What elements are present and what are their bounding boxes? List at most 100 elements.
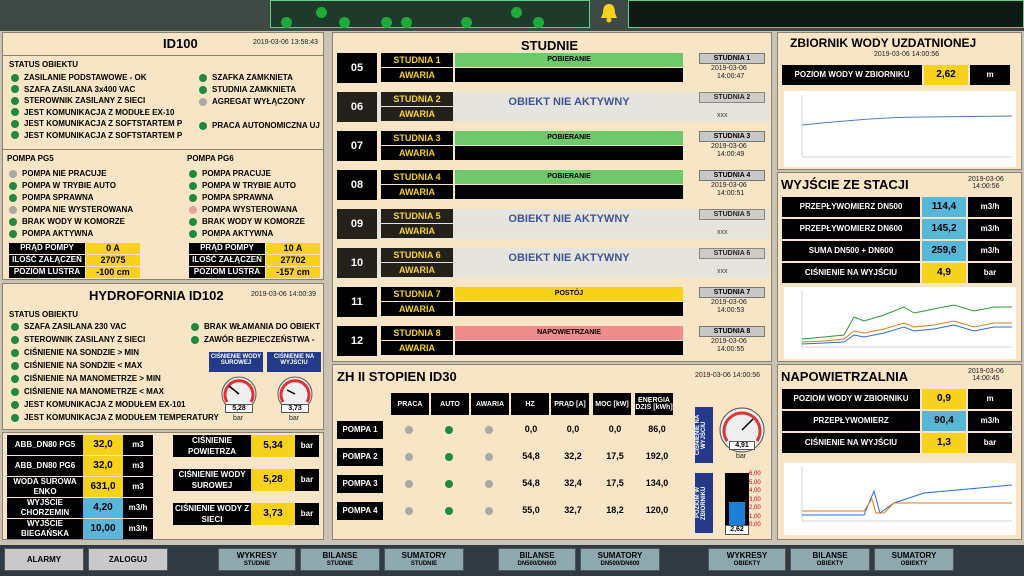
well-button[interactable]: STUDNIA 5 <box>699 209 765 220</box>
status-dot <box>485 480 493 488</box>
panel-title: WYJŚCIE ZE STACJI <box>781 177 909 192</box>
napow-panel: NAPOWIETRZALNIA 2019-03-06 14:00:45 POZIO… <box>777 364 1022 540</box>
status-dot <box>511 7 522 18</box>
status-dot <box>445 507 453 515</box>
well-button[interactable]: STUDNIA 7 <box>699 287 765 298</box>
column-header: ENERGIA DZIŚ [kWh] <box>635 393 673 415</box>
status-header: STATUS OBIEKTU <box>9 60 79 69</box>
meter-value: 259,6 <box>922 241 966 261</box>
status-dot <box>485 507 493 515</box>
nav-button[interactable]: ZALOGUJ <box>88 548 168 571</box>
nav-button[interactable]: BILANSE STUDNIE <box>300 548 380 571</box>
status-dot <box>401 17 412 28</box>
well-fault: AWARIA <box>381 302 453 316</box>
well-name: STUDNIA 8 <box>381 326 453 340</box>
status-item: BRAK WŁAMANIA DO OBIEKT <box>191 322 320 335</box>
pump-status: POMPA SPRAWNA <box>189 193 305 205</box>
meter-label: POZIOM LUSTRA <box>9 267 85 278</box>
panel-title: HYDROFORNIA ID102 <box>89 288 224 303</box>
well-row[interactable]: 12 STUDNIA 8 AWARIA NAPOWIETRZANIE STUDNIA 8… <box>337 326 769 356</box>
nav-subtitle: DN500/DN600 <box>600 560 640 567</box>
timestamp: 2019-03-06 14:00:56 <box>874 51 939 58</box>
status-dot <box>405 426 413 434</box>
well-number: 06 <box>337 92 377 122</box>
meter-value: 4,9 <box>922 263 966 283</box>
well-row[interactable]: 10 STUDNIA 6 AWARIA OBIEKT NIE AKTYWNY STUDN… <box>337 248 769 278</box>
nav-button[interactable]: BILANSE OBIEKTY <box>790 548 870 571</box>
well-button[interactable]: STUDNIA 8 <box>699 326 765 337</box>
pump-status: BRAK WODY W KOMORZE <box>189 217 305 229</box>
pump-label: POMPA 3 <box>337 475 383 493</box>
id102-panel: HYDROFORNIA ID102 2019-03-06 14:00:39 ST… <box>2 283 324 430</box>
gauge-label: CIŚNIENIE WODY SUROWEJ <box>209 352 263 372</box>
nav-title: SUMATORY <box>401 550 447 560</box>
nav-button-label: BILANSE OBIEKTY <box>812 551 847 569</box>
pump-pg6-list: POMPA PRACUJE POMPA W TRYBIE AUTO POMPA … <box>189 169 305 241</box>
nav-button[interactable]: BILANSE DN500/DN600 <box>498 548 576 571</box>
well-date: 2019-03-06 <box>711 143 747 150</box>
well-time: 14:00:51 <box>717 190 745 197</box>
well-button[interactable]: STUDNIA 3 <box>699 131 765 142</box>
meter-unit: bar <box>968 263 1012 283</box>
well-button[interactable]: STUDNIA 6 <box>699 248 765 259</box>
nav-button[interactable]: WYKRESY OBIEKTY <box>708 548 786 571</box>
nav-title: BILANSE <box>322 550 358 560</box>
well-state: POBIERANIE <box>455 131 683 145</box>
nav-button[interactable]: ALARMY <box>4 548 84 571</box>
meter-value: 1,3 <box>922 433 966 453</box>
nav-title: ALARMY <box>26 555 62 564</box>
well-state: POSTÓJ <box>455 287 683 301</box>
well-button[interactable]: STUDNIA 1 <box>699 53 765 64</box>
nav-title: BILANSE <box>519 550 555 560</box>
status-dot <box>316 7 327 18</box>
well-fault-bar <box>455 185 683 199</box>
status-dot <box>445 426 453 434</box>
gauge-unit: bar <box>289 415 300 422</box>
well-row[interactable]: 07 STUDNIA 3 AWARIA POBIERANIE STUDNIA 3 2019… <box>337 131 769 161</box>
well-number: 07 <box>337 131 377 161</box>
well-row[interactable]: 09 STUDNIA 5 AWARIA OBIEKT NIE AKTYWNY STUDN… <box>337 209 769 239</box>
well-row[interactable]: 08 STUDNIA 4 AWARIA POBIERANIE STUDNIA 4 2019… <box>337 170 769 200</box>
well-fault: AWARIA <box>381 68 453 82</box>
aeration-trend-chart <box>784 463 1016 535</box>
well-row[interactable]: 05 STUDNIA 1 AWARIA POBIERANIE STUDNIA 1 2019… <box>337 53 769 83</box>
status-dot <box>445 480 453 488</box>
meter-value: 2,62 <box>924 65 968 85</box>
pump-value: 18,2 <box>606 505 624 515</box>
bell-icon[interactable] <box>598 2 620 24</box>
meter-label: PRZEPŁYWOMIERZ DN500 <box>782 197 920 217</box>
pump-value: 134,0 <box>645 478 669 488</box>
status-item: STEROWNIK ZASILANY Z SIECI <box>11 96 182 108</box>
nav-button[interactable]: SUMATORY STUDNIE <box>384 548 464 571</box>
nav-button[interactable]: SUMATORY OBIEKTY <box>874 548 954 571</box>
pump-value: 120,0 <box>645 505 669 515</box>
nav-button[interactable]: SUMATORY DN500/DN600 <box>580 548 660 571</box>
well-number: 05 <box>337 53 377 83</box>
pump-value: 54,8 <box>522 451 540 461</box>
pump-title: POMPA PG5 <box>7 154 54 163</box>
status-dot <box>281 17 292 28</box>
status-item: CIŚNIENIE NA MANOMETRZE < MAX <box>11 387 219 400</box>
inactive-label: OBIEKT NIE AKTYWNY <box>508 252 630 264</box>
timestamp: 2019-03-06 14:00:56 <box>695 372 760 379</box>
well-button[interactable]: STUDNIA 2 <box>699 92 765 103</box>
well-fault-bar <box>455 68 683 82</box>
well-name: STUDNIA 4 <box>381 170 453 184</box>
well-name: STUDNIA 1 <box>381 53 453 67</box>
well-row[interactable]: 11 STUDNIA 7 AWARIA POSTÓJ STUDNIA 7 2019-03-… <box>337 287 769 317</box>
pump-value: 192,0 <box>645 451 669 461</box>
meter-row: CIŚNIENIE POWIETRZA 5,34 bar <box>173 435 319 457</box>
status-dot <box>445 453 453 461</box>
well-row[interactable]: 06 STUDNIA 2 AWARIA OBIEKT NIE AKTYWNY STUDN… <box>337 92 769 122</box>
gauge-value: 3,73 <box>281 404 309 413</box>
meter-value: 27075 <box>86 255 140 266</box>
nav-button[interactable]: WYKRESY STUDNIE <box>218 548 296 571</box>
pump-label: POMPA 2 <box>337 448 383 466</box>
well-button[interactable]: STUDNIA 4 <box>699 170 765 181</box>
status-item: STEROWNIK ZASILANY Z SIECI <box>11 335 219 348</box>
pump-status: POMPA NIE WYSTEROWANA <box>9 205 133 217</box>
well-name: STUDNIA 7 <box>381 287 453 301</box>
meter-row: CIŚNIENIE WODY Z SIECI 3,73 bar <box>173 503 319 525</box>
meters-panel: ABB_DN80 PG5 32,0 m3 ABB_DN80 PG6 32,0 m3 WO… <box>2 432 324 540</box>
status-item: SZAFKA ZAMKNIETA <box>199 73 320 85</box>
